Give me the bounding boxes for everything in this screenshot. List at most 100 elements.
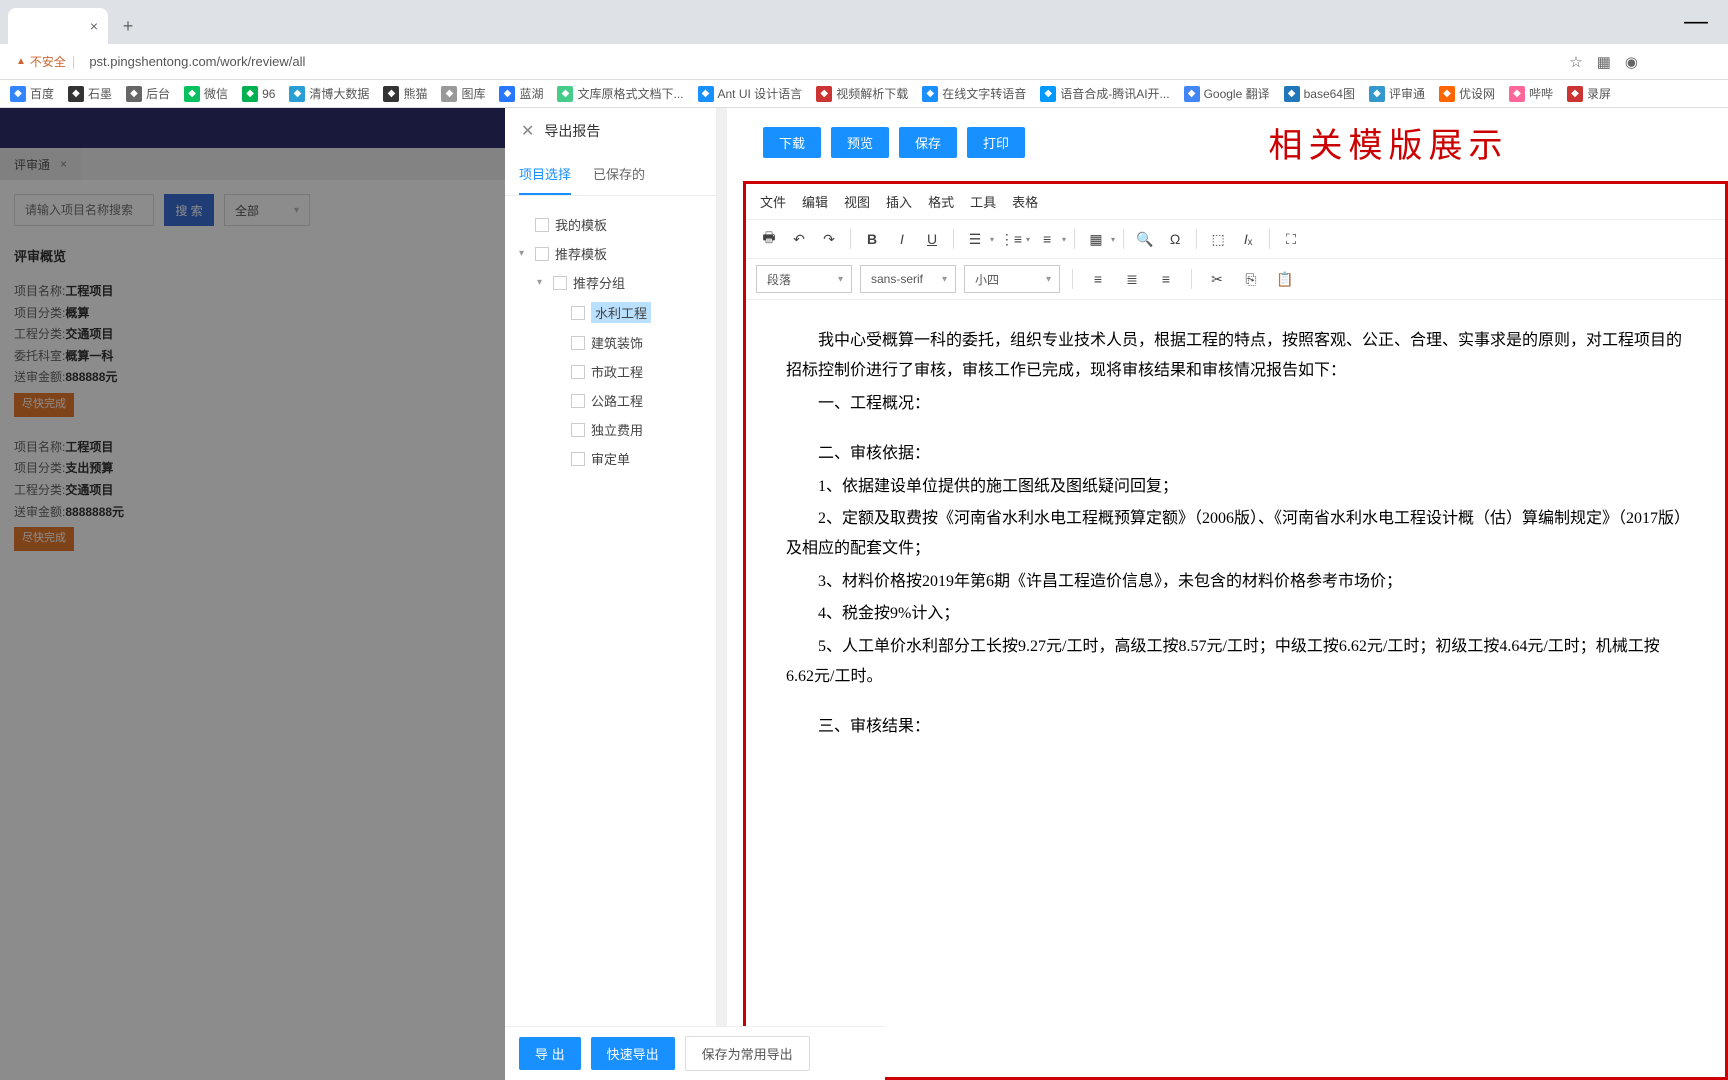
new-tab-button[interactable]: + [114, 12, 142, 40]
editor-toolbar-1: 🖶 ↶ ↷ B I U ☰▾ ⋮≡▾ ≡▾ ▦▾ 🔍 [746, 220, 1725, 259]
doc-heading: 一、工程概况： [786, 389, 1685, 419]
omega-icon[interactable]: Ω [1162, 226, 1188, 252]
bookmark-item[interactable]: ◆在线文字转语音 [922, 85, 1026, 102]
print-button[interactable]: 打印 [967, 127, 1025, 158]
modal-title: 导出报告 [544, 121, 600, 141]
align-right-icon[interactable]: ≡ [1153, 266, 1179, 292]
bookmark-item[interactable]: ◆图库 [441, 85, 485, 102]
italic-icon[interactable]: I [889, 226, 915, 252]
tree-leaf[interactable]: 独立费用 [519, 415, 702, 444]
minimize-icon[interactable]: — [1684, 8, 1708, 36]
template-tree: 我的模板 ▾ 推荐模板 ▾ 推荐分组 水利工程建筑装饰市政工程公路工程独立费用审… [505, 196, 716, 487]
redo-icon[interactable]: ↷ [816, 226, 842, 252]
bookmark-item[interactable]: ◆Google 翻译 [1184, 85, 1270, 102]
menu-item[interactable]: 文件 [760, 192, 786, 211]
doc-line: 3、材料价格按2019年第6期《许昌工程造价信息》，未包含的材料价格参考市场价； [786, 567, 1685, 597]
doc-line: 5、人工单价水利部分工长按9.27元/工时，高级工按8.57元/工时；中级工按6… [786, 632, 1685, 693]
tab-saved[interactable]: 已保存的 [593, 154, 645, 195]
quick-export-button[interactable]: 快速导出 [591, 1037, 675, 1070]
underline-icon[interactable]: U [919, 226, 945, 252]
tree-node-group[interactable]: ▾ 推荐分组 [519, 268, 702, 297]
tree-leaf[interactable]: 审定单 [519, 444, 702, 473]
bookmarks-bar: ◆百度 ◆石墨 ◆后台 ◆微信 ◆96 ◆清博大数据 ◆熊猫 ◆图库 ◆蓝湖 ◆文库原格式文档下.… [0, 80, 1728, 108]
menu-item[interactable]: 编辑 [802, 192, 828, 211]
list-number-icon[interactable]: ≡ [1034, 226, 1060, 252]
align-center-icon[interactable]: ≣ [1119, 266, 1145, 292]
undo-icon[interactable]: ↶ [786, 226, 812, 252]
extension-icon[interactable]: ▦ [1597, 53, 1611, 71]
paste-icon[interactable]: 📋 [1272, 266, 1298, 292]
bookmark-item[interactable]: ◆录屏 [1567, 85, 1611, 102]
tree-label: 推荐分组 [573, 273, 625, 292]
doc-heading: 二、审核依据： [786, 439, 1685, 469]
caret-down-icon: ▾ [519, 248, 529, 259]
tree-leaf[interactable]: 水利工程 [519, 297, 702, 328]
bookmark-item[interactable]: ◆蓝湖 [499, 85, 543, 102]
tree-node-my-templates[interactable]: 我的模板 [519, 210, 702, 239]
bookmark-item[interactable]: ◆石墨 [68, 85, 112, 102]
tree-label: 推荐模板 [555, 244, 607, 263]
star-icon[interactable]: ☆ [1569, 53, 1582, 71]
browser-tab[interactable]: × [8, 8, 108, 44]
menu-item[interactable]: 视图 [844, 192, 870, 211]
download-button[interactable]: 下载 [763, 127, 821, 158]
bookmark-item[interactable]: ◆语音合成-腾讯AI开... [1040, 85, 1169, 102]
caret-down-icon: ▾ [537, 277, 547, 288]
bookmark-item[interactable]: ◆哔哔 [1509, 85, 1553, 102]
bookmark-item[interactable]: ◆base64图 [1284, 85, 1355, 102]
bookmark-item[interactable]: ◆微信 [184, 85, 228, 102]
clear-format-icon[interactable]: Iₓ [1235, 226, 1261, 252]
tab-project-select[interactable]: 项目选择 [519, 154, 571, 195]
bookmark-item[interactable]: ◆文库原格式文档下... [557, 85, 683, 102]
bold-icon[interactable]: B [859, 226, 885, 252]
bookmark-item[interactable]: ◆96 [242, 86, 275, 102]
profile-icon[interactable]: ◉ [1625, 53, 1638, 71]
list-bullet-icon[interactable]: ☰ [962, 226, 988, 252]
menu-item[interactable]: 格式 [928, 192, 954, 211]
url-divider: | [72, 54, 75, 69]
save-common-button[interactable]: 保存为常用导出 [685, 1036, 810, 1071]
menu-item[interactable]: 表格 [1012, 192, 1038, 211]
menu-item[interactable]: 工具 [970, 192, 996, 211]
copy-icon[interactable]: ⎘ [1238, 266, 1264, 292]
preview-title: 相关模版展示 [1049, 108, 1728, 177]
table-icon[interactable]: ▦ [1083, 226, 1109, 252]
bookmark-item[interactable]: ◆百度 [10, 85, 54, 102]
fullscreen-icon[interactable]: ⛶ [1278, 226, 1304, 252]
preview-button[interactable]: 预览 [831, 127, 889, 158]
format-select[interactable]: 段落 [756, 265, 852, 293]
doc-paragraph: 我中心受概算一科的委托，组织专业技术人员，根据工程的特点，按照客观、公正、合理、… [786, 326, 1685, 387]
url-text[interactable]: pst.pingshentong.com/work/review/all [89, 54, 305, 69]
special-icon[interactable]: ⬚ [1205, 226, 1231, 252]
save-button[interactable]: 保存 [899, 127, 957, 158]
menu-item[interactable]: 插入 [886, 192, 912, 211]
bookmark-item[interactable]: ◆清博大数据 [289, 85, 369, 102]
close-icon[interactable]: × [90, 18, 98, 34]
tree-leaf[interactable]: 建筑装饰 [519, 328, 702, 357]
tree-leaf[interactable]: 市政工程 [519, 357, 702, 386]
document-body[interactable]: 我中心受概算一科的委托，组织专业技术人员，根据工程的特点，按照客观、公正、合理、… [746, 300, 1725, 1077]
export-button[interactable]: 导 出 [519, 1037, 581, 1070]
cut-icon[interactable]: ✂ [1204, 266, 1230, 292]
modal-close-button[interactable]: ✕ [521, 121, 534, 141]
bookmark-item[interactable]: ◆优设网 [1439, 85, 1495, 102]
print-icon[interactable]: 🖶 [756, 226, 782, 252]
browser-tab-strip: × + — [0, 0, 1728, 44]
tree-node-recommended[interactable]: ▾ 推荐模板 [519, 239, 702, 268]
size-select[interactable]: 小四 [964, 265, 1060, 293]
font-select[interactable]: sans-serif [860, 265, 956, 293]
search-icon[interactable]: 🔍 [1132, 226, 1158, 252]
bookmark-item[interactable]: ◆评审通 [1369, 85, 1425, 102]
align-left-icon[interactable]: ≡ [1085, 266, 1111, 292]
list-bullet2-icon[interactable]: ⋮≡ [998, 226, 1024, 252]
tree-label: 我的模板 [555, 215, 607, 234]
bookmark-item[interactable]: ◆后台 [126, 85, 170, 102]
bookmark-item[interactable]: ◆视频解析下载 [816, 85, 908, 102]
doc-line: 4、税金按9%计入； [786, 599, 1685, 629]
doc-line: 2、定额及取费按《河南省水利水电工程概预算定额》（2006版）、《河南省水利水电… [786, 504, 1685, 565]
tree-leaf[interactable]: 公路工程 [519, 386, 702, 415]
security-badge[interactable]: 不安全 [16, 53, 66, 70]
bookmark-item[interactable]: ◆熊猫 [383, 85, 427, 102]
scrollbar[interactable] [717, 108, 727, 1080]
bookmark-item[interactable]: ◆Ant UI 设计语言 [698, 85, 803, 102]
